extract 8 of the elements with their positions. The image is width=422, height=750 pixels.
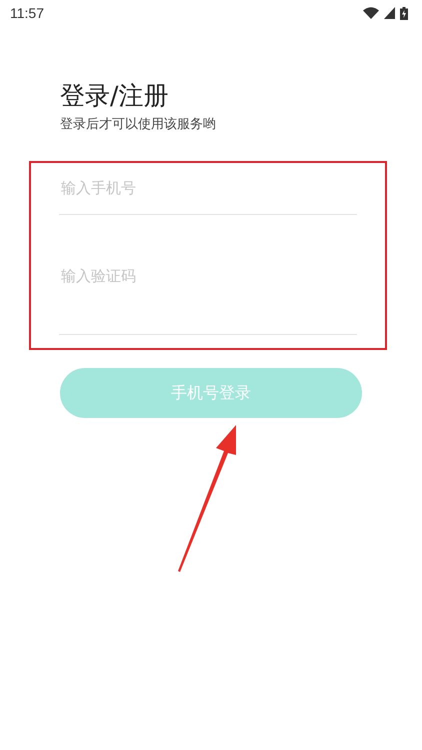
status-time: 11:57 <box>10 5 44 21</box>
battery-icon <box>400 6 408 20</box>
page-subtitle: 登录后才可以使用该服务哟 <box>60 116 217 134</box>
input-field[interactable]: 输入验证码 <box>59 215 357 335</box>
signal-icon <box>384 7 395 19</box>
input-field[interactable]: 输入手机号 <box>59 161 357 215</box>
page-title: 登录/注册 <box>60 80 170 112</box>
wifi-icon <box>363 7 379 19</box>
